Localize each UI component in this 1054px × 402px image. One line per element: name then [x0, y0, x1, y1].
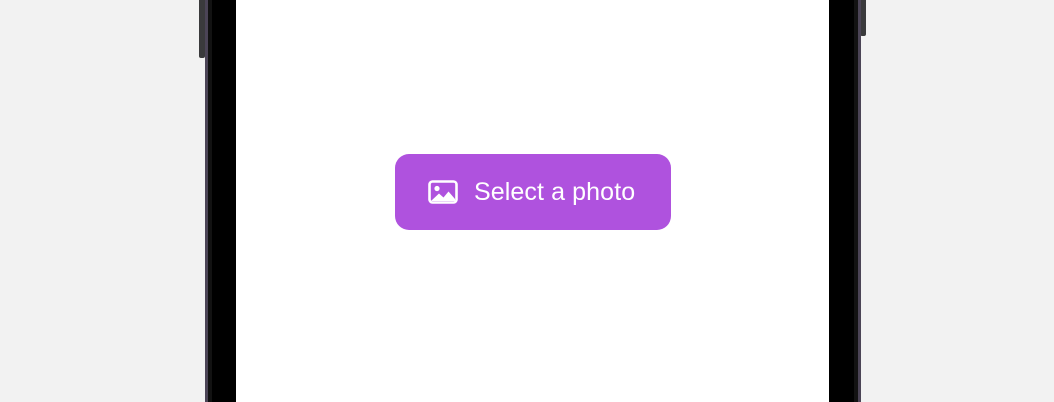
device-screen: Select a photo — [236, 0, 829, 402]
simulator-canvas: Select a photo — [0, 0, 1054, 402]
select-photo-label: Select a photo — [474, 177, 636, 206]
select-photo-button[interactable]: Select a photo — [395, 154, 671, 230]
photo-icon — [428, 180, 458, 204]
